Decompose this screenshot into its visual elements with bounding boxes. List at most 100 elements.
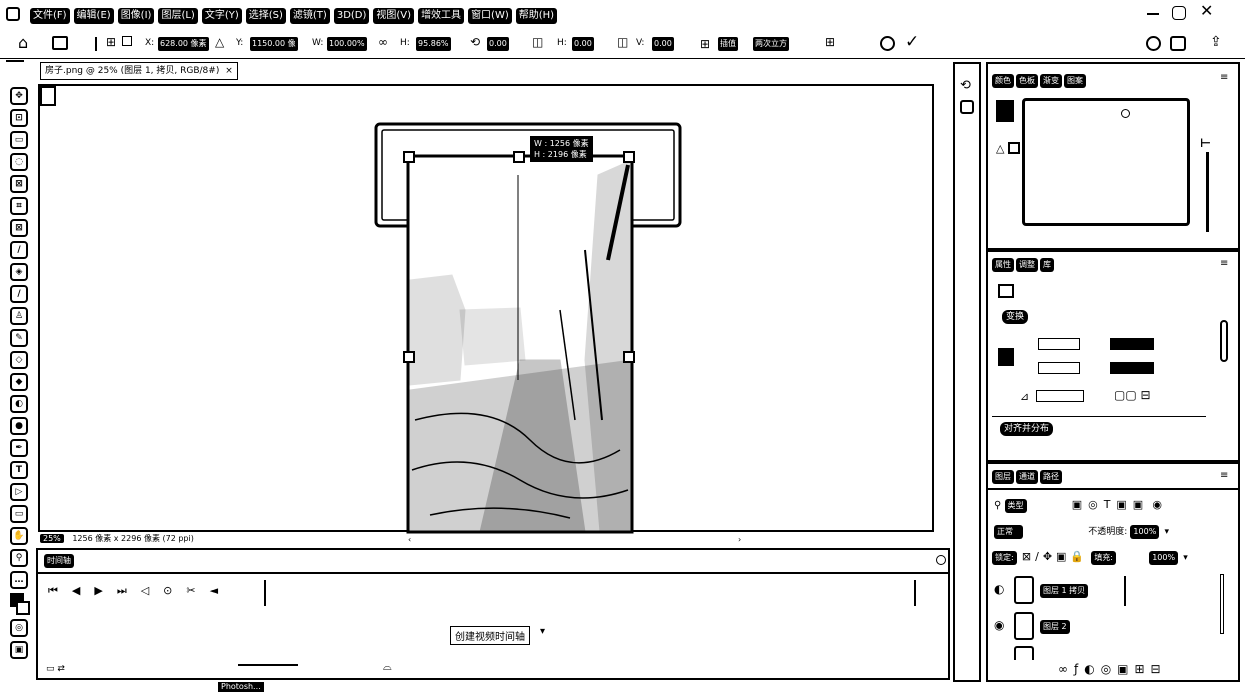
- interpolation-select[interactable]: 两次立方: [753, 37, 789, 51]
- layers-menu-icon[interactable]: ≡: [1220, 470, 1228, 481]
- visibility-icon[interactable]: ◐: [994, 582, 1004, 596]
- blend-mode-select[interactable]: 正常: [994, 525, 1023, 539]
- warp-icon[interactable]: ⊞: [700, 37, 710, 51]
- color-swatches[interactable]: [10, 593, 30, 615]
- transform-h-field[interactable]: [1038, 362, 1080, 374]
- gradient-tool-icon[interactable]: ◆: [10, 373, 28, 391]
- menu-select[interactable]: 选择(S): [245, 8, 286, 24]
- timeline-dropdown-icon[interactable]: ▾: [540, 626, 545, 637]
- marquee-tool-icon[interactable]: ▭: [10, 131, 28, 149]
- h-skew-input[interactable]: 0.00: [572, 37, 594, 51]
- flip-icons[interactable]: ▢▢ ⊟: [1114, 388, 1151, 402]
- search-icon[interactable]: [1146, 36, 1161, 51]
- cancel-transform-icon[interactable]: [880, 36, 895, 51]
- zoom-tool-icon[interactable]: ⚲: [10, 549, 28, 567]
- menu-filter[interactable]: 滤镜(T): [289, 8, 330, 24]
- rotate-angle-icon[interactable]: ⊿: [1020, 390, 1029, 403]
- zoom-slider[interactable]: [238, 664, 298, 666]
- menu-help[interactable]: 帮助(H): [515, 8, 558, 24]
- tab-close-icon[interactable]: ×: [225, 66, 233, 76]
- reference-toggle-icon[interactable]: [122, 36, 132, 46]
- type-tool-icon[interactable]: T: [10, 461, 28, 479]
- canvas-artwork[interactable]: [370, 120, 690, 534]
- crop-tool-icon[interactable]: ⌗: [10, 197, 28, 215]
- layer-row[interactable]: ◉ 图层 2: [992, 610, 1224, 646]
- lock-icons[interactable]: ⊠∕✥▣🔒: [1022, 550, 1088, 563]
- fill-input[interactable]: 100%: [1149, 551, 1179, 565]
- tab-paths[interactable]: 路径: [1040, 470, 1062, 484]
- minimize-icon[interactable]: [1147, 13, 1159, 15]
- menu-layer[interactable]: 图层(L): [158, 8, 198, 24]
- filter-toggle-icon[interactable]: ◉: [1152, 498, 1162, 511]
- filter-type-icons[interactable]: ▣◎T▣▣: [1072, 498, 1150, 511]
- comments-panel-icon[interactable]: [960, 100, 974, 114]
- foreground-swatch-icon[interactable]: [996, 100, 1014, 122]
- warp-mode-icon[interactable]: ⊞: [825, 35, 835, 49]
- fill-dropdown-icon[interactable]: ▾: [1183, 553, 1188, 563]
- timeline-tab[interactable]: 时间轴: [44, 554, 74, 568]
- blur-tool-icon[interactable]: ◐: [10, 395, 28, 413]
- share-icon[interactable]: ⇪: [1210, 34, 1222, 50]
- tab-patterns[interactable]: 图案: [1064, 74, 1086, 88]
- menu-view[interactable]: 视图(V): [373, 8, 415, 24]
- tab-libraries[interactable]: 库: [1040, 258, 1054, 272]
- tab-color[interactable]: 颜色: [992, 74, 1014, 88]
- shape-tool-icon[interactable]: ▭: [10, 505, 28, 523]
- hue-slider-thumb-icon[interactable]: ⊢: [1200, 136, 1211, 150]
- tab-channels[interactable]: 通道: [1016, 470, 1038, 484]
- home-icon[interactable]: ⌂: [18, 35, 28, 51]
- width-input[interactable]: 100.00%: [327, 37, 367, 51]
- zoom-level[interactable]: 25%: [40, 534, 64, 543]
- frame-tool-icon[interactable]: ⊠: [10, 219, 28, 237]
- panel-menu-icon[interactable]: ≡: [1220, 72, 1228, 83]
- x-input[interactable]: 628.00 像素: [158, 37, 209, 51]
- layer-row[interactable]: ◐ 图层 1 拷贝: [992, 574, 1224, 610]
- commit-transform-icon[interactable]: ✓: [905, 32, 919, 52]
- scroll-left-icon[interactable]: ‹: [408, 535, 411, 544]
- tab-layers[interactable]: 图层: [992, 470, 1014, 484]
- stamp-tool-icon[interactable]: ♙: [10, 307, 28, 325]
- playback-controls[interactable]: ⏮◀▶⏭◁⊙✂◄: [48, 584, 232, 598]
- link-dimensions-icon[interactable]: [998, 348, 1014, 366]
- tab-swatches[interactable]: 色板: [1016, 74, 1038, 88]
- properties-menu-icon[interactable]: ≡: [1220, 258, 1228, 269]
- link-icon[interactable]: ∞: [378, 35, 388, 49]
- skew-icon[interactable]: ◫: [532, 35, 543, 49]
- transform-w-field[interactable]: [1038, 338, 1080, 350]
- layer-name[interactable]: 图层 1 拷贝: [1040, 584, 1089, 598]
- height-input[interactable]: 95.86%: [416, 37, 451, 51]
- menu-image[interactable]: 图像(I): [117, 8, 155, 24]
- angle-input[interactable]: 0.00: [487, 37, 509, 51]
- object-select-tool-icon[interactable]: ⊠: [10, 175, 28, 193]
- filter-kind-select[interactable]: 类型: [1004, 499, 1027, 513]
- tab-adjustments[interactable]: 调整: [1016, 258, 1038, 272]
- brush-tool-icon[interactable]: ∕: [10, 285, 28, 303]
- layers-scrollbar[interactable]: [1220, 574, 1224, 634]
- hand-tool-icon[interactable]: ✋: [10, 527, 28, 545]
- color-picker-marker[interactable]: [1121, 109, 1130, 118]
- more-tools-icon[interactable]: …: [10, 571, 28, 589]
- timeline-menu-icon[interactable]: [936, 555, 946, 565]
- skew-v-icon[interactable]: ◫: [617, 35, 628, 49]
- menu-plugins[interactable]: 增效工具: [418, 8, 465, 24]
- timeline-footer-icons[interactable]: ▭ ⇄: [46, 664, 65, 674]
- document-info[interactable]: 1256 像素 x 2296 像素 (72 ppi): [72, 534, 194, 543]
- dodge-tool-icon[interactable]: ●: [10, 417, 28, 435]
- visibility-icon[interactable]: ◉: [994, 618, 1004, 632]
- background-color-icon[interactable]: [16, 601, 30, 615]
- pen-tool-icon[interactable]: ✒: [10, 439, 28, 457]
- close-icon[interactable]: ✕: [1200, 3, 1213, 19]
- menu-edit[interactable]: 编辑(E): [73, 8, 114, 24]
- warning-icon[interactable]: △: [996, 142, 1004, 155]
- opacity-dropdown-icon[interactable]: ▾: [1164, 527, 1169, 537]
- transform-tool-icon[interactable]: [52, 36, 68, 50]
- menu-file[interactable]: 文件(F): [30, 8, 70, 24]
- hue-slider[interactable]: [1206, 152, 1209, 232]
- opacity-input[interactable]: 100%: [1130, 525, 1160, 539]
- layer-name[interactable]: 图层 2: [1040, 620, 1070, 634]
- zoom-slider-thumb-icon[interactable]: ⌓: [383, 660, 392, 674]
- move-tool-icon[interactable]: ✥: [10, 87, 28, 105]
- layer-footer-icons[interactable]: ∞ƒ◐◎▣⊞⊟: [1058, 662, 1167, 676]
- layer-row[interactable]: [992, 646, 1224, 662]
- document-tab[interactable]: 房子.png @ 25% (图层 1, 拷贝, RGB/8#) ×: [40, 62, 238, 80]
